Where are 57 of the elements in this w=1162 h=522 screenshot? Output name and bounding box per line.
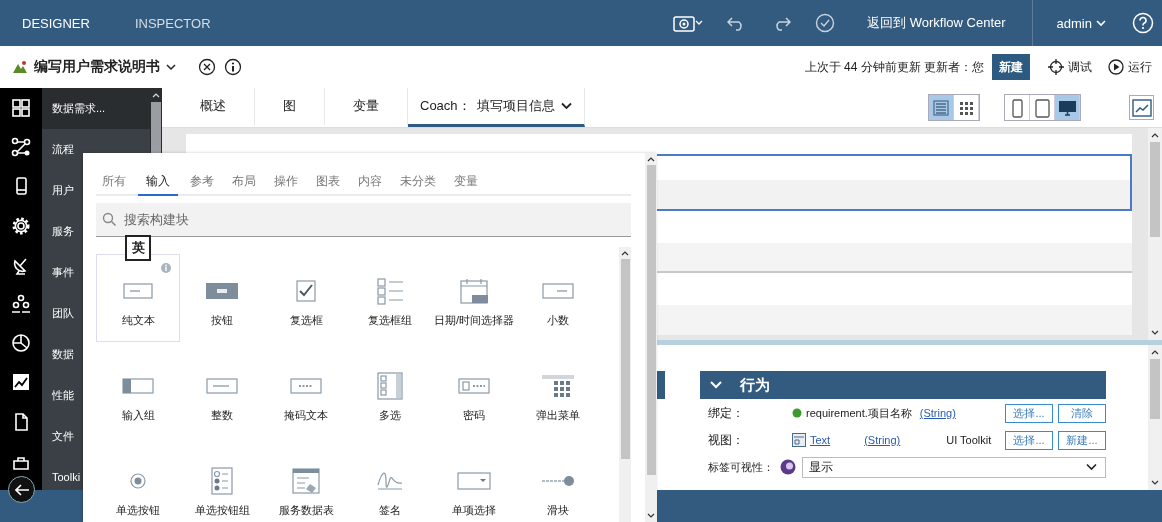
palette-item[interactable]: 纯文本 xyxy=(96,254,180,342)
category-tab[interactable]: 参考 xyxy=(184,173,220,196)
palette-item[interactable]: 滑块 xyxy=(516,444,600,522)
nav-tab[interactable]: INSPECTOR xyxy=(134,15,211,31)
action-button[interactable]: 选择... xyxy=(1005,403,1053,423)
process-title: 编写用户需求说明书 xyxy=(34,58,160,76)
palette-item[interactable]: 单选按钮组 xyxy=(180,444,264,522)
section-title: 行为 xyxy=(740,375,770,395)
palette-item[interactable]: 服务数据表 xyxy=(264,444,348,522)
debug-button[interactable]: 调试 xyxy=(1044,58,1096,76)
visibility-select[interactable]: 显示 xyxy=(802,456,1106,478)
user-menu[interactable]: admin xyxy=(1056,15,1106,31)
update-status: 上次于 44 分钟前更新 更新者：您 xyxy=(804,58,984,76)
field-label: 绑定： xyxy=(708,404,745,422)
category-tab[interactable]: 操作 xyxy=(268,173,304,196)
category-tab[interactable]: 输入 xyxy=(138,173,178,196)
action-button[interactable]: 选择... xyxy=(1005,430,1053,450)
palette-item[interactable]: 日期/时间选择器 xyxy=(432,254,516,342)
category-tab[interactable]: 所有 xyxy=(96,173,132,196)
palette-item[interactable]: 复选框组 xyxy=(348,254,432,342)
view-link[interactable]: Text xyxy=(810,434,831,446)
field-label: 标签可视性： xyxy=(708,459,775,475)
editor-tab[interactable]: 图 xyxy=(255,88,325,127)
category-tab[interactable]: 变量 xyxy=(448,173,484,196)
palette-item[interactable]: 小数 xyxy=(516,254,600,342)
type-link[interactable]: (String) xyxy=(919,407,956,419)
category-tab[interactable]: 布局 xyxy=(226,173,262,196)
palette-item[interactable]: 掩码文本 xyxy=(264,349,348,437)
editor-tab[interactable]: 概述 xyxy=(172,88,255,127)
search-field[interactable]: 搜索构建块 xyxy=(96,203,631,237)
run-button[interactable]: 运行 xyxy=(1104,58,1156,76)
palette-item[interactable]: 弹出菜单 xyxy=(516,349,600,437)
field-label: 视图： xyxy=(708,431,745,449)
palette-item[interactable]: 复选框 xyxy=(264,254,348,342)
palette-item[interactable]: 多选 xyxy=(348,349,432,437)
palette-item[interactable]: 按钮 xyxy=(180,254,264,342)
nav-item[interactable]: 数据需求... xyxy=(42,88,150,129)
new-button[interactable]: 新建 xyxy=(992,54,1030,80)
palette-item[interactable]: 整数 xyxy=(180,349,264,437)
category-tab[interactable]: 内容 xyxy=(352,173,388,196)
action-button[interactable]: 新建... xyxy=(1058,430,1106,450)
palette-item[interactable]: 签名 xyxy=(348,444,432,522)
palette-item[interactable]: 单选按钮 xyxy=(96,444,180,522)
action-button[interactable]: 清除 xyxy=(1058,403,1106,423)
ime-tooltip: 英 xyxy=(125,235,151,261)
category-tab[interactable]: 未分类 xyxy=(394,173,442,196)
palette-item[interactable]: 输入组 xyxy=(96,349,180,437)
type-link[interactable]: (String) xyxy=(864,434,901,446)
palette-item[interactable]: 单项选择 xyxy=(432,444,516,522)
section-header[interactable]: 行为 xyxy=(700,371,1106,399)
return-link[interactable]: 返回到 Workflow Center xyxy=(867,14,1006,32)
binding-value: requirement.项目名称 xyxy=(806,405,912,421)
toolkit-label: UI Toolkit xyxy=(946,434,992,446)
category-tab[interactable]: 图表 xyxy=(310,173,346,196)
nav-tab[interactable]: DESIGNER xyxy=(22,15,90,31)
palette-item[interactable]: 密码 xyxy=(432,349,516,437)
editor-tab[interactable]: 变量 xyxy=(325,88,408,127)
